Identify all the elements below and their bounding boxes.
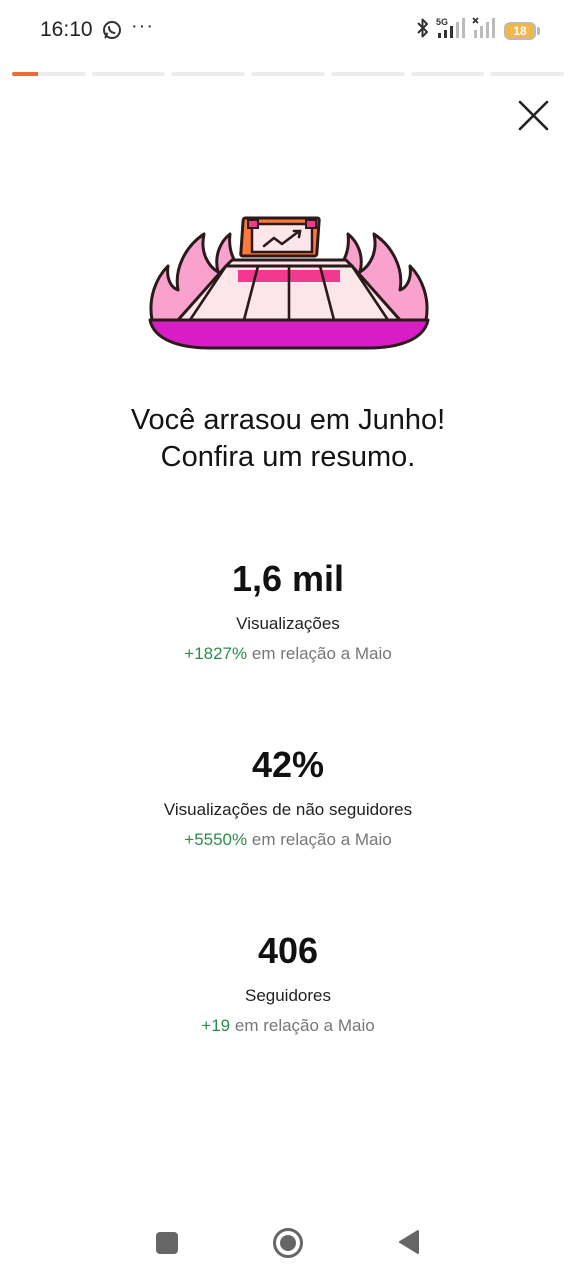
progress-segment bbox=[330, 72, 405, 76]
back-icon bbox=[399, 1230, 419, 1254]
progress-segment bbox=[91, 72, 166, 76]
progress-segment bbox=[490, 72, 565, 76]
stat-value: 1,6 mil bbox=[231, 558, 345, 599]
home-icon bbox=[273, 1228, 303, 1258]
stat-comparison: em relação a Maio bbox=[234, 1016, 375, 1035]
home-button[interactable] bbox=[272, 1227, 304, 1264]
stat-followers: 406 Seguidores +19 em relação a Maio bbox=[0, 930, 576, 1036]
headline-line-2: Confira um resumo. bbox=[160, 441, 416, 473]
progress-fill bbox=[12, 72, 38, 76]
stat-comparison: em relação a Maio bbox=[251, 644, 392, 663]
progress-segment bbox=[12, 72, 86, 76]
status-bar: 16:10 ··· 5G 18 bbox=[0, 0, 576, 62]
more-icon: ··· bbox=[131, 15, 154, 37]
stat-label: Visualizações de não seguidores bbox=[163, 800, 413, 819]
trophy-illustration bbox=[148, 208, 430, 354]
close-button[interactable] bbox=[514, 96, 554, 136]
status-time: 16:10 bbox=[40, 18, 93, 41]
stat-non-follower-views: 42% Visualizações de não seguidores +555… bbox=[0, 744, 576, 850]
stat-change: +19 em relação a Maio bbox=[0, 1016, 576, 1036]
progress-segment bbox=[410, 72, 485, 76]
signal-icon-2 bbox=[472, 16, 498, 45]
recent-apps-icon bbox=[156, 1232, 178, 1254]
summary-headline: Você arrasou em Junho! Confira um resumo… bbox=[0, 402, 576, 476]
close-icon bbox=[518, 100, 549, 131]
stat-comparison: em relação a Maio bbox=[251, 830, 392, 849]
stat-label: Visualizações bbox=[236, 614, 340, 633]
stat-value: 406 bbox=[257, 930, 319, 971]
whatsapp-icon bbox=[102, 20, 122, 45]
bluetooth-icon bbox=[416, 17, 430, 44]
story-progress-bar bbox=[12, 72, 565, 77]
stat-value: 42% bbox=[251, 744, 325, 785]
stat-change: +5550% em relação a Maio bbox=[0, 830, 576, 850]
battery-icon: 18 bbox=[504, 21, 536, 40]
progress-segment bbox=[171, 72, 246, 76]
network-label: 5G bbox=[436, 17, 448, 27]
signal-icon: 5G bbox=[436, 16, 466, 45]
stat-label: Seguidores bbox=[244, 986, 331, 1005]
recent-apps-button[interactable] bbox=[154, 1230, 180, 1261]
stat-delta: +5550% bbox=[184, 830, 248, 849]
headline-line-1: Você arrasou em Junho! bbox=[130, 404, 446, 436]
progress-segment bbox=[251, 72, 325, 76]
back-button[interactable] bbox=[396, 1228, 422, 1261]
stat-change: +1827% em relação a Maio bbox=[0, 644, 576, 664]
stat-delta: +1827% bbox=[184, 644, 248, 663]
system-nav-bar bbox=[0, 1210, 576, 1280]
battery-level: 18 bbox=[513, 23, 527, 38]
stat-delta: +19 bbox=[201, 1016, 231, 1035]
stat-views: 1,6 mil Visualizações +1827% em relação … bbox=[0, 558, 576, 664]
